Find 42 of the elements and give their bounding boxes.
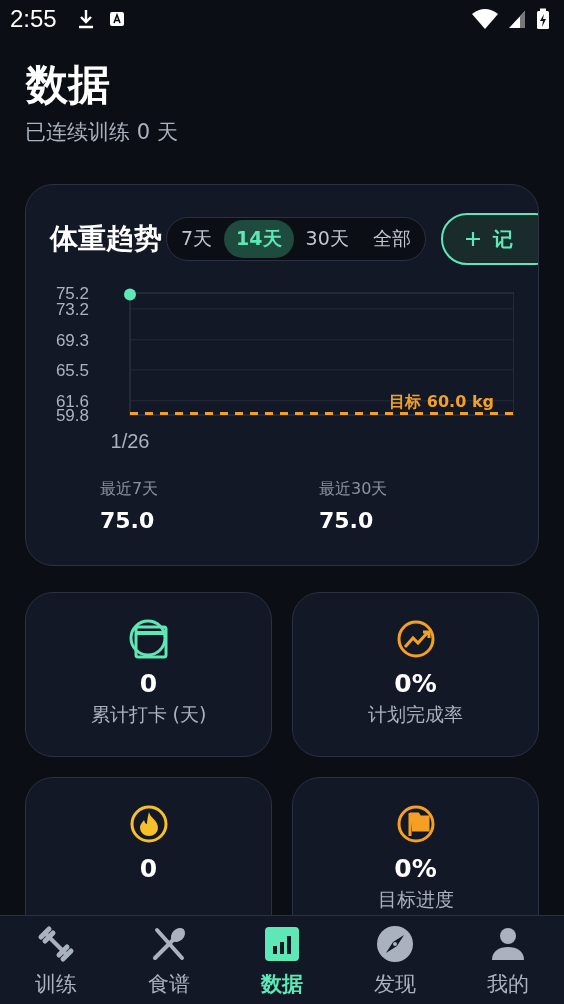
nav-tab[interactable]: 我的 <box>451 916 564 1004</box>
record-button[interactable]: 记 <box>440 213 538 266</box>
download-icon <box>76 9 95 29</box>
streak-text: 已连续训练 0 天 <box>25 119 179 147</box>
stat-label: 最近30天 <box>319 479 389 501</box>
nav-tab[interactable]: 发现 <box>338 916 452 1004</box>
tile-value: 0% <box>394 669 437 699</box>
page-title: 数据 <box>26 60 111 111</box>
battery-icon <box>536 8 550 30</box>
y-tick-label: 69.3 <box>55 331 89 351</box>
status-time: 2:55 <box>10 5 57 33</box>
compass-icon <box>374 924 415 964</box>
tile-value: 0 <box>139 669 158 699</box>
goal-label: 目标 60.0 kg <box>389 392 494 412</box>
bar-chart-icon <box>262 924 302 964</box>
stat-value: 75.0 <box>319 508 375 534</box>
y-tick-label: 65.5 <box>55 361 89 381</box>
range-tab[interactable]: 30天 <box>293 220 361 259</box>
keyboard-icon <box>108 11 125 27</box>
stat-label: 最近7天 <box>100 479 160 501</box>
wifi-icon <box>472 9 498 29</box>
tile-value: 0% <box>394 854 437 884</box>
card-title: 体重趋势 <box>50 221 162 258</box>
data-point <box>124 289 136 301</box>
tile-value: 0 <box>139 854 158 884</box>
nav-tab[interactable]: 训练 <box>0 916 113 1004</box>
nav-tab[interactable]: 食谱 <box>112 916 226 1004</box>
range-tab[interactable]: 全部 <box>360 220 423 259</box>
plus-icon <box>464 231 481 248</box>
stat-value: 75.0 <box>100 508 156 534</box>
tile-label: 计划完成率 <box>368 702 463 728</box>
calendar-icon <box>128 619 169 660</box>
x-tick-label: 1/26 <box>110 430 150 453</box>
range-tab[interactable]: 14天 <box>224 220 294 259</box>
nav-tab[interactable]: 数据 <box>225 916 339 1004</box>
tile-label: 目标进度 <box>377 887 454 913</box>
signal-icon <box>508 9 526 29</box>
flag-icon <box>395 804 436 845</box>
flame-icon <box>128 804 169 845</box>
range-tab[interactable]: 7天 <box>169 220 225 259</box>
tile-label: 累计打卡 (天) <box>90 702 207 728</box>
trend-icon <box>395 619 436 660</box>
